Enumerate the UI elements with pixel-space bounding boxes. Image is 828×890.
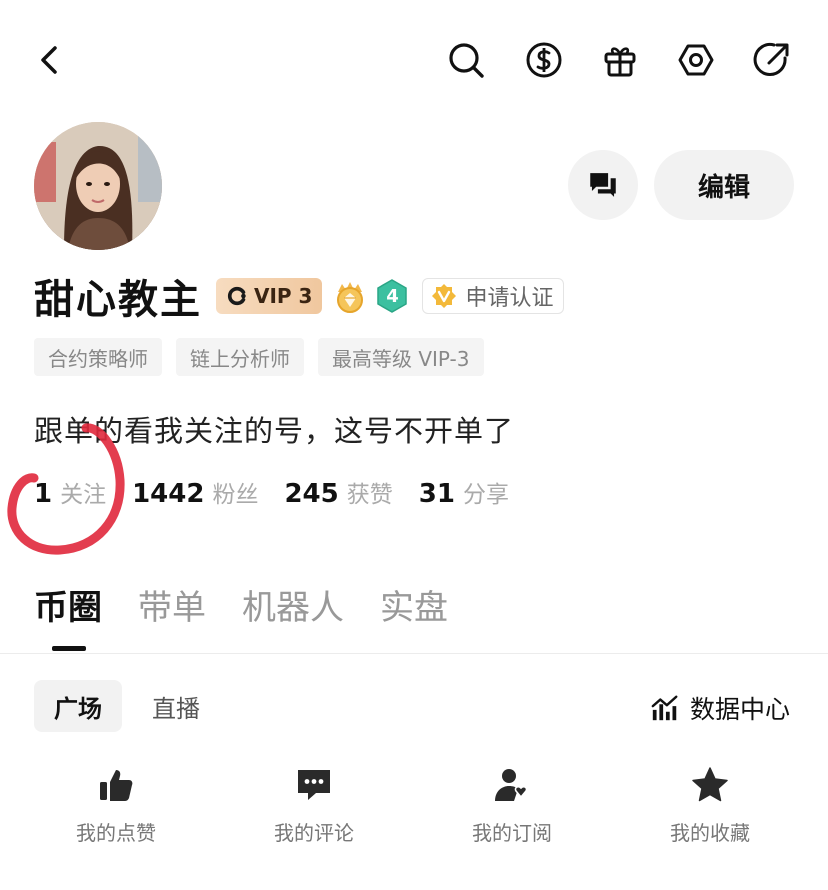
bio-text: 跟单的看我关注的号，这号不开单了 [34, 414, 515, 448]
vip-logo-icon [227, 286, 246, 306]
subtab-live[interactable]: 直播 [132, 680, 220, 732]
stat-value: 1 [34, 479, 53, 509]
bar-chart-icon [651, 695, 678, 721]
stat-following[interactable]: 1 关注 [34, 475, 106, 509]
stats-row: 1 关注 1442 粉丝 245 获赞 31 分享 [34, 475, 535, 509]
vip-badge[interactable]: VIP 3 [216, 278, 323, 314]
tag-item: 合约策略师 [34, 338, 162, 376]
dollar-icon [526, 42, 562, 78]
sub-tabs: 广场 直播 [34, 680, 220, 732]
content-tabs: 币圈 带单 机器人 实盘 [34, 580, 448, 632]
stat-label: 分享 [462, 482, 509, 508]
subscription-icon [495, 769, 528, 801]
medal-icon[interactable] [332, 278, 368, 314]
vip-label: VIP 3 [254, 284, 313, 308]
share-icon [753, 43, 789, 76]
avatar[interactable] [34, 122, 162, 250]
star-icon [692, 767, 728, 802]
message-button[interactable] [568, 150, 638, 220]
stat-followers[interactable]: 1442 粉丝 [132, 475, 258, 509]
action-my-likes[interactable]: 我的点赞 [17, 765, 215, 846]
action-my-subscriptions[interactable]: 我的订阅 [413, 765, 611, 846]
gift-button[interactable] [598, 38, 642, 82]
action-grid: 我的点赞 我的评论 我的订阅 我的收藏 [0, 765, 828, 846]
level-badge[interactable]: 4 [376, 279, 408, 313]
action-label: 我的点赞 [76, 821, 156, 845]
tag-item: 链上分析师 [176, 338, 304, 376]
tab-crypto-circle[interactable]: 币圈 [34, 580, 102, 632]
action-label: 我的收藏 [670, 821, 750, 845]
stat-label: 粉丝 [212, 482, 259, 508]
action-label: 我的评论 [274, 821, 354, 845]
chat-icon [590, 173, 616, 197]
level-number: 4 [386, 285, 399, 307]
action-my-favorites[interactable]: 我的收藏 [611, 765, 809, 846]
subtab-square[interactable]: 广场 [34, 680, 122, 732]
profile-tags: 合约策略师 链上分析师 最高等级 VIP-3 [34, 338, 484, 376]
settings-button[interactable] [674, 38, 718, 82]
action-label: 我的订阅 [472, 821, 552, 845]
comment-icon [298, 770, 330, 800]
name-row: 甜心教主 VIP 3 4 申请认证 [34, 270, 565, 323]
wallet-button[interactable] [522, 38, 566, 82]
stat-shares[interactable]: 31 分享 [419, 475, 509, 509]
tag-item: 最高等级 VIP-3 [318, 338, 484, 376]
apply-certification-button[interactable]: 申请认证 [422, 278, 565, 314]
gift-icon [604, 47, 636, 77]
back-button[interactable] [28, 38, 72, 82]
stat-value: 245 [284, 479, 339, 509]
avatar-image [34, 122, 162, 250]
stat-label: 关注 [60, 482, 107, 508]
edit-profile-button[interactable]: 编辑 [654, 150, 794, 220]
thumbs-up-icon [100, 770, 133, 801]
tab-live-trading[interactable]: 实盘 [380, 580, 448, 632]
stat-value: 31 [418, 479, 455, 509]
active-tab-indicator [52, 646, 86, 651]
stat-likes[interactable]: 245 获赞 [284, 475, 392, 509]
share-button[interactable] [750, 38, 794, 82]
stat-value: 1442 [132, 479, 205, 509]
verified-badge-icon [432, 284, 457, 308]
user-name: 甜心教主 [34, 277, 202, 323]
divider [0, 653, 828, 654]
gear-icon [678, 44, 714, 76]
search-button[interactable] [444, 38, 488, 82]
tab-robot[interactable]: 机器人 [242, 580, 344, 632]
data-center-label: 数据中心 [690, 695, 791, 724]
data-center-button[interactable]: 数据中心 [650, 688, 790, 728]
action-my-comments[interactable]: 我的评论 [215, 765, 413, 846]
top-bar [0, 0, 828, 120]
tab-copy-trading[interactable]: 带单 [138, 580, 206, 632]
cert-label: 申请认证 [465, 286, 554, 311]
chevron-left-icon [41, 46, 57, 74]
stat-label: 获赞 [346, 482, 393, 508]
search-icon [449, 43, 484, 78]
